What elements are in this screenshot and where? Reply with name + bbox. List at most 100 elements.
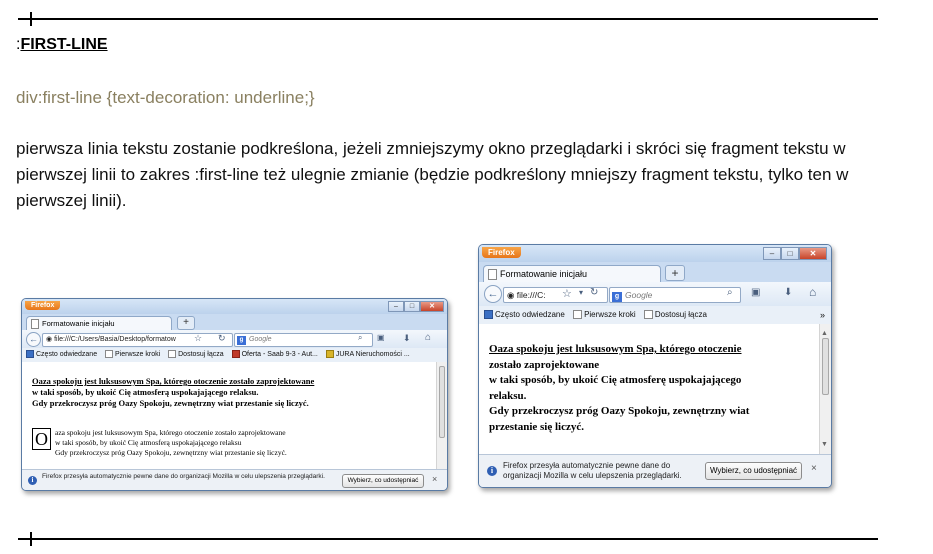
browser-window-right: Firefox – □ ✕ Formatowanie inicjału + ← … — [478, 244, 832, 488]
page-icon — [573, 310, 583, 320]
notification-bar: i Firefox przesyła automatycznie pewne d… — [479, 454, 831, 487]
tab-active[interactable]: Formatowanie inicjału — [26, 316, 172, 331]
back-arrow-icon[interactable]: ← — [484, 285, 502, 303]
search-icon[interactable]: ⌕ — [727, 287, 733, 298]
tab-bar: Formatowanie inicjału + — [479, 262, 831, 283]
bookmark-label: Często odwiedzane — [495, 310, 565, 319]
bookmarks-bar: Często odwiedzane Pierwsze kroki Dostosu… — [479, 306, 831, 324]
close-notification-icon[interactable]: × — [811, 464, 817, 474]
notification-bar: i Firefox przesyła automatycznie pewne d… — [22, 469, 447, 490]
google-icon: g — [612, 292, 622, 302]
choose-what-to-share-button[interactable]: Wybierz, co udostępniać — [342, 474, 424, 488]
bookmarks-bar: Często odwiedzane Pierwsze kroki Dostosu… — [22, 348, 447, 362]
bookmarks-overflow-icon[interactable]: » — [820, 306, 825, 324]
bookmarks-menu-icon[interactable]: ▣ — [751, 287, 760, 298]
minimize-icon[interactable]: – — [388, 301, 404, 312]
page-icon — [105, 350, 114, 359]
address-text: file:///C:/Users/Basia/Desktop/formatow — [54, 336, 176, 343]
bookmark-item[interactable]: Dostosuj łącza — [168, 348, 224, 362]
gmail-icon — [231, 350, 240, 359]
back-arrow-icon[interactable]: ← — [26, 332, 41, 347]
firefox-menu-button[interactable]: Firefox — [482, 247, 521, 258]
download-icon[interactable]: ⬇ — [403, 333, 411, 344]
download-icon[interactable]: ⬇ — [784, 287, 792, 298]
drop-cap-letter: O — [32, 428, 51, 450]
css-rule-example: div:first-line {text-decoration: underli… — [16, 88, 315, 107]
title-bar: Firefox – □ ✕ — [479, 245, 831, 262]
bottom-divider-tick — [30, 532, 32, 546]
notification-text: Firefox przesyła automatycznie pewne dan… — [503, 461, 682, 480]
content-first-line: Oaza spokoju jest luksusowym Spa, któreg… — [489, 343, 742, 355]
search-placeholder: Google — [625, 290, 653, 300]
browser-window-left: Firefox – □ ✕ Formatowanie inicjału + ← … — [21, 298, 448, 491]
bookmark-item[interactable]: Często odwiedzane — [26, 348, 97, 362]
search-box[interactable]: g Google — [234, 333, 373, 347]
bookmark-label: Często odwiedzane — [36, 351, 98, 358]
search-box[interactable]: g Google — [609, 287, 741, 303]
notification-text: Firefox przesyła automatycznie pewne dan… — [42, 473, 325, 480]
bookmark-item[interactable]: Dostosuj łącza — [643, 306, 707, 324]
window-controls: – □ ✕ — [388, 301, 444, 312]
description-paragraph: pierwsza linia tekstu zostanie podkreślo… — [16, 139, 849, 210]
bookmark-star-icon[interactable]: ☆ — [562, 287, 572, 300]
page-content: Oaza spokoju jest luksusowym Spa, któreg… — [22, 362, 447, 469]
search-placeholder: Google — [249, 336, 272, 343]
bookmark-item[interactable]: Oferta - Saab 9-3 - Aut... — [231, 348, 318, 362]
home-icon[interactable]: ⌂ — [425, 332, 431, 343]
content-line: Gdy przekroczysz próg Oazy Spokoju, zewn… — [489, 405, 750, 417]
vertical-scrollbar[interactable]: ▲ ▼ — [819, 324, 831, 454]
dropdown-icon[interactable]: ▾ — [579, 288, 583, 297]
scroll-down-icon[interactable]: ▼ — [821, 437, 828, 453]
bookmark-folder-icon — [484, 310, 493, 320]
scrollbar-thumb[interactable] — [439, 366, 445, 438]
info-icon: i — [28, 476, 37, 485]
bookmark-item[interactable]: JURA Nieruchomości ... — [325, 348, 410, 362]
page-icon — [31, 319, 39, 330]
globe-icon: ◉ — [46, 336, 55, 343]
reload-icon[interactable]: ↻ — [218, 333, 226, 344]
bookmark-label: Dostosuj łącza — [654, 310, 707, 319]
tab-title: Formatowanie inicjału — [42, 319, 115, 328]
content-line: Gdy przekroczysz próg Oazy Spokoju, zewn… — [32, 398, 309, 408]
bookmark-folder-icon — [26, 350, 34, 359]
bookmark-item[interactable]: Pierwsze kroki — [573, 306, 636, 324]
choose-what-to-share-button[interactable]: Wybierz, co udostępniać — [705, 462, 802, 480]
content-line: przestanie się liczyć. — [489, 420, 584, 433]
maximize-icon[interactable]: □ — [781, 247, 799, 260]
page-icon — [168, 350, 177, 359]
top-divider — [18, 18, 878, 20]
globe-icon: ◉ — [507, 290, 517, 300]
new-tab-button[interactable]: + — [177, 316, 195, 330]
navigation-bar: ← ◉ file:///C: ☆ ▾ ↻ g Google ⌕ ▣ ⬇ ⌂ — [479, 282, 831, 306]
maximize-icon[interactable]: □ — [404, 301, 420, 312]
scrollbar-thumb[interactable] — [822, 338, 829, 395]
search-icon[interactable]: ⌕ — [358, 333, 362, 343]
close-icon[interactable]: ✕ — [420, 301, 444, 312]
bookmark-star-icon[interactable]: ☆ — [194, 333, 202, 344]
content-line: w taki sposób, by ukoić Cię atmosferą us… — [32, 387, 259, 397]
tab-active[interactable]: Formatowanie inicjału — [483, 265, 661, 283]
window-controls: – □ ✕ — [763, 247, 827, 260]
new-tab-button[interactable]: + — [665, 265, 685, 281]
content-line: w taki sposób, by ukoić Cię atmosferę us… — [489, 374, 742, 386]
bookmark-label: Pierwsze kroki — [115, 351, 161, 358]
google-icon: g — [237, 336, 246, 345]
content-line: relaksu. — [489, 389, 527, 402]
close-notification-icon[interactable]: × — [432, 475, 437, 484]
content-line: Gdy przekroczysz próg Oazy Spokoju, zewn… — [55, 448, 287, 457]
bookmark-item[interactable]: Często odwiedzane — [484, 306, 565, 324]
bookmark-label: JURA Nieruchomości ... — [335, 351, 410, 358]
address-bar[interactable]: ◉ file:///C:/Users/Basia/Desktop/formato… — [42, 333, 233, 347]
close-icon[interactable]: ✕ — [799, 247, 827, 260]
bookmark-label: Pierwsze kroki — [584, 310, 636, 319]
content-line: zostało zaprojektowane — [489, 358, 600, 371]
firefox-menu-button[interactable]: Firefox — [25, 301, 61, 310]
bookmark-label: Oferta - Saab 9-3 - Aut... — [241, 351, 318, 358]
vertical-scrollbar[interactable] — [436, 362, 447, 469]
bookmarks-menu-icon[interactable]: ▣ — [377, 333, 385, 342]
minimize-icon[interactable]: – — [763, 247, 781, 260]
reload-icon[interactable]: ↻ — [590, 287, 598, 298]
bookmark-item[interactable]: Pierwsze kroki — [105, 348, 160, 362]
section-title: :FIRST-LINE — [16, 36, 108, 54]
home-icon[interactable]: ⌂ — [809, 285, 816, 299]
